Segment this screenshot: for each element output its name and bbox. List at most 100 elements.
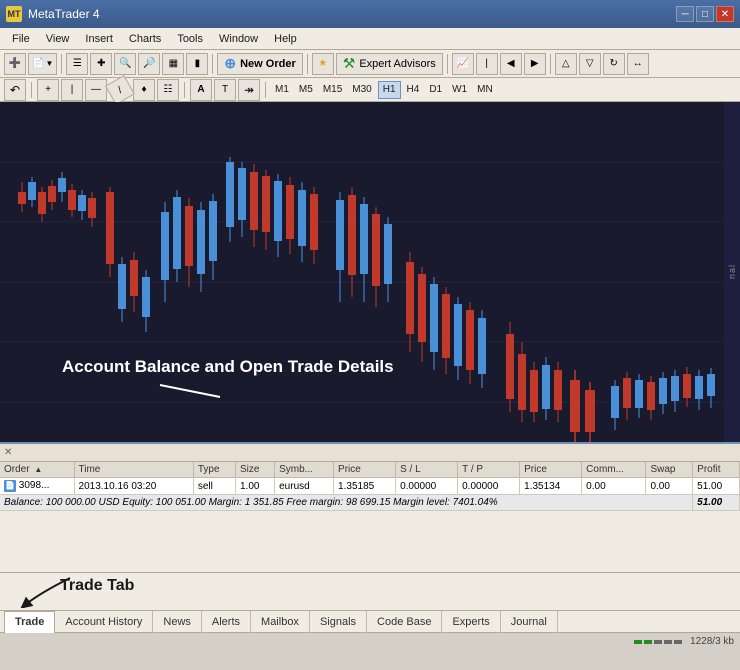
tb-open[interactable]: 📄▼	[28, 53, 57, 75]
expert-icon: ⚒	[343, 55, 356, 72]
status-dot-gray2	[664, 640, 672, 644]
tb-sep2	[212, 54, 213, 74]
tf-sep2	[184, 82, 185, 98]
trade-tab-annotation-area: Trade Tab	[0, 572, 740, 610]
menu-bar: File View Insert Charts Tools Window Hel…	[0, 28, 740, 50]
tool-arrow[interactable]: ↶	[4, 79, 26, 101]
tab-codebase[interactable]: Code Base	[367, 611, 442, 633]
tab-experts[interactable]: Experts	[442, 611, 500, 633]
tool-text-t[interactable]: T	[214, 79, 236, 101]
tab-mailbox[interactable]: Mailbox	[251, 611, 310, 633]
col-price-open: Price	[334, 462, 396, 478]
tb-scroll-right[interactable]: ▶	[524, 53, 546, 75]
tf-w1[interactable]: W1	[448, 81, 471, 99]
col-time: Time	[74, 462, 193, 478]
tool-grid[interactable]: ☷	[157, 79, 179, 101]
menu-insert[interactable]: Insert	[77, 31, 121, 47]
status-dot-gray	[654, 640, 662, 644]
tab-signals[interactable]: Signals	[310, 611, 367, 633]
tab-trade[interactable]: Trade	[4, 611, 55, 633]
expert-label: Expert Advisors	[359, 58, 435, 70]
tab-alerts[interactable]: Alerts	[202, 611, 251, 633]
tb-crosshair[interactable]: ✚	[90, 53, 112, 75]
tab-bar: Trade Account History News Alerts Mailbo…	[0, 610, 740, 632]
expert-advisors-button[interactable]: ⚒ Expert Advisors	[336, 53, 443, 75]
tf-m30[interactable]: M30	[348, 81, 375, 99]
sidebar-label: nal	[727, 264, 737, 279]
tb-fix-scale[interactable]: ↔	[627, 53, 649, 75]
tool-arrow2[interactable]: ↠	[238, 79, 260, 101]
row-icon: 📄	[4, 480, 16, 492]
toolbar1: ➕ 📄▼ ☰ ✚ 🔍 🔎 ▦ ▮ ⊕ New Order ★ ⚒ Expert …	[0, 50, 740, 78]
tb-period-sep[interactable]: |	[476, 53, 498, 75]
tf-m5[interactable]: M5	[295, 81, 317, 99]
new-order-button[interactable]: ⊕ New Order	[217, 53, 302, 75]
tool-trendline[interactable]: /	[105, 74, 135, 104]
menu-charts[interactable]: Charts	[121, 31, 169, 47]
tool-period[interactable]: ♦	[133, 79, 155, 101]
tab-account-history[interactable]: Account History	[55, 611, 153, 633]
tab-journal[interactable]: Journal	[501, 611, 558, 633]
tb-zoom-out[interactable]: 🔎	[138, 53, 160, 75]
minimize-button[interactable]: ─	[676, 6, 694, 22]
tf-h4[interactable]: H4	[403, 81, 424, 99]
tb-signals[interactable]: ★	[312, 53, 334, 75]
cell-size: 1.00	[236, 478, 275, 495]
tb-chart-bar[interactable]: ▦	[162, 53, 184, 75]
tb-new-chart[interactable]: ➕	[4, 53, 26, 75]
cell-price-open: 1.35185	[334, 478, 396, 495]
tab-news[interactable]: News	[153, 611, 202, 633]
app-logo: MT	[6, 6, 22, 22]
col-symbol: Symb...	[275, 462, 334, 478]
tb-profiles[interactable]: ☰	[66, 53, 88, 75]
tf-h1[interactable]: H1	[378, 81, 401, 99]
tf-mn[interactable]: MN	[473, 81, 497, 99]
tb-zoom-chart-out[interactable]: ▽	[579, 53, 601, 75]
title-bar: MT MetaTrader 4 ─ □ ✕	[0, 0, 740, 28]
chart-right-sidebar: nal	[724, 102, 740, 442]
tool-crosshair[interactable]: +	[37, 79, 59, 101]
sort-icon: ▲	[34, 465, 42, 474]
trade-tab-arrow	[10, 573, 90, 608]
new-order-icon: ⊕	[224, 55, 236, 72]
tf-m15[interactable]: M15	[319, 81, 346, 99]
toolbar2: ↶ + | — / ♦ ☷ A T ↠ M1 M5 M15 M30 H1 H4 …	[0, 78, 740, 102]
tb-zoom-chart-in[interactable]: △	[555, 53, 577, 75]
menu-tools[interactable]: Tools	[169, 31, 211, 47]
menu-window[interactable]: Window	[211, 31, 266, 47]
menu-view[interactable]: View	[38, 31, 78, 47]
balance-profit: 51.00	[693, 495, 740, 511]
cell-symbol: eurusd	[275, 478, 334, 495]
restore-button[interactable]: □	[696, 6, 714, 22]
cell-type: sell	[193, 478, 235, 495]
col-swap: Swap	[646, 462, 693, 478]
tb-autoscroll[interactable]: ↻	[603, 53, 625, 75]
status-indicator	[634, 640, 682, 644]
title-controls: ─ □ ✕	[676, 6, 734, 22]
tool-line[interactable]: |	[61, 79, 83, 101]
tool-hline[interactable]: —	[85, 79, 107, 101]
terminal-close-button[interactable]: ✕	[4, 447, 12, 458]
col-size: Size	[236, 462, 275, 478]
status-dot-gray3	[674, 640, 682, 644]
menu-help[interactable]: Help	[266, 31, 305, 47]
menu-file[interactable]: File	[4, 31, 38, 47]
tb-scroll-left[interactable]: ◀	[500, 53, 522, 75]
tool-text-a[interactable]: A	[190, 79, 212, 101]
tf-m1[interactable]: M1	[271, 81, 293, 99]
app-title: MetaTrader 4	[28, 7, 100, 21]
chart-area[interactable]: Account Balance and Open Trade Details n…	[0, 102, 740, 442]
tb-sep5	[550, 54, 551, 74]
new-order-label: New Order	[240, 58, 296, 70]
table-row[interactable]: 📄 3098... 2013.10.16 03:20 sell 1.00 eur…	[0, 478, 740, 495]
tb-indicator[interactable]: 📈	[452, 53, 474, 75]
balance-row: Balance: 100 000.00 USD Equity: 100 051.…	[0, 495, 740, 511]
tb-zoom-in[interactable]: 🔍	[114, 53, 136, 75]
cell-comm: 0.00	[582, 478, 646, 495]
close-button[interactable]: ✕	[716, 6, 734, 22]
tb-chart-candle[interactable]: ▮	[186, 53, 208, 75]
col-profit: Profit	[693, 462, 740, 478]
status-dot-green2	[644, 640, 652, 644]
tf-d1[interactable]: D1	[425, 81, 446, 99]
cell-profit: 51.00	[693, 478, 740, 495]
